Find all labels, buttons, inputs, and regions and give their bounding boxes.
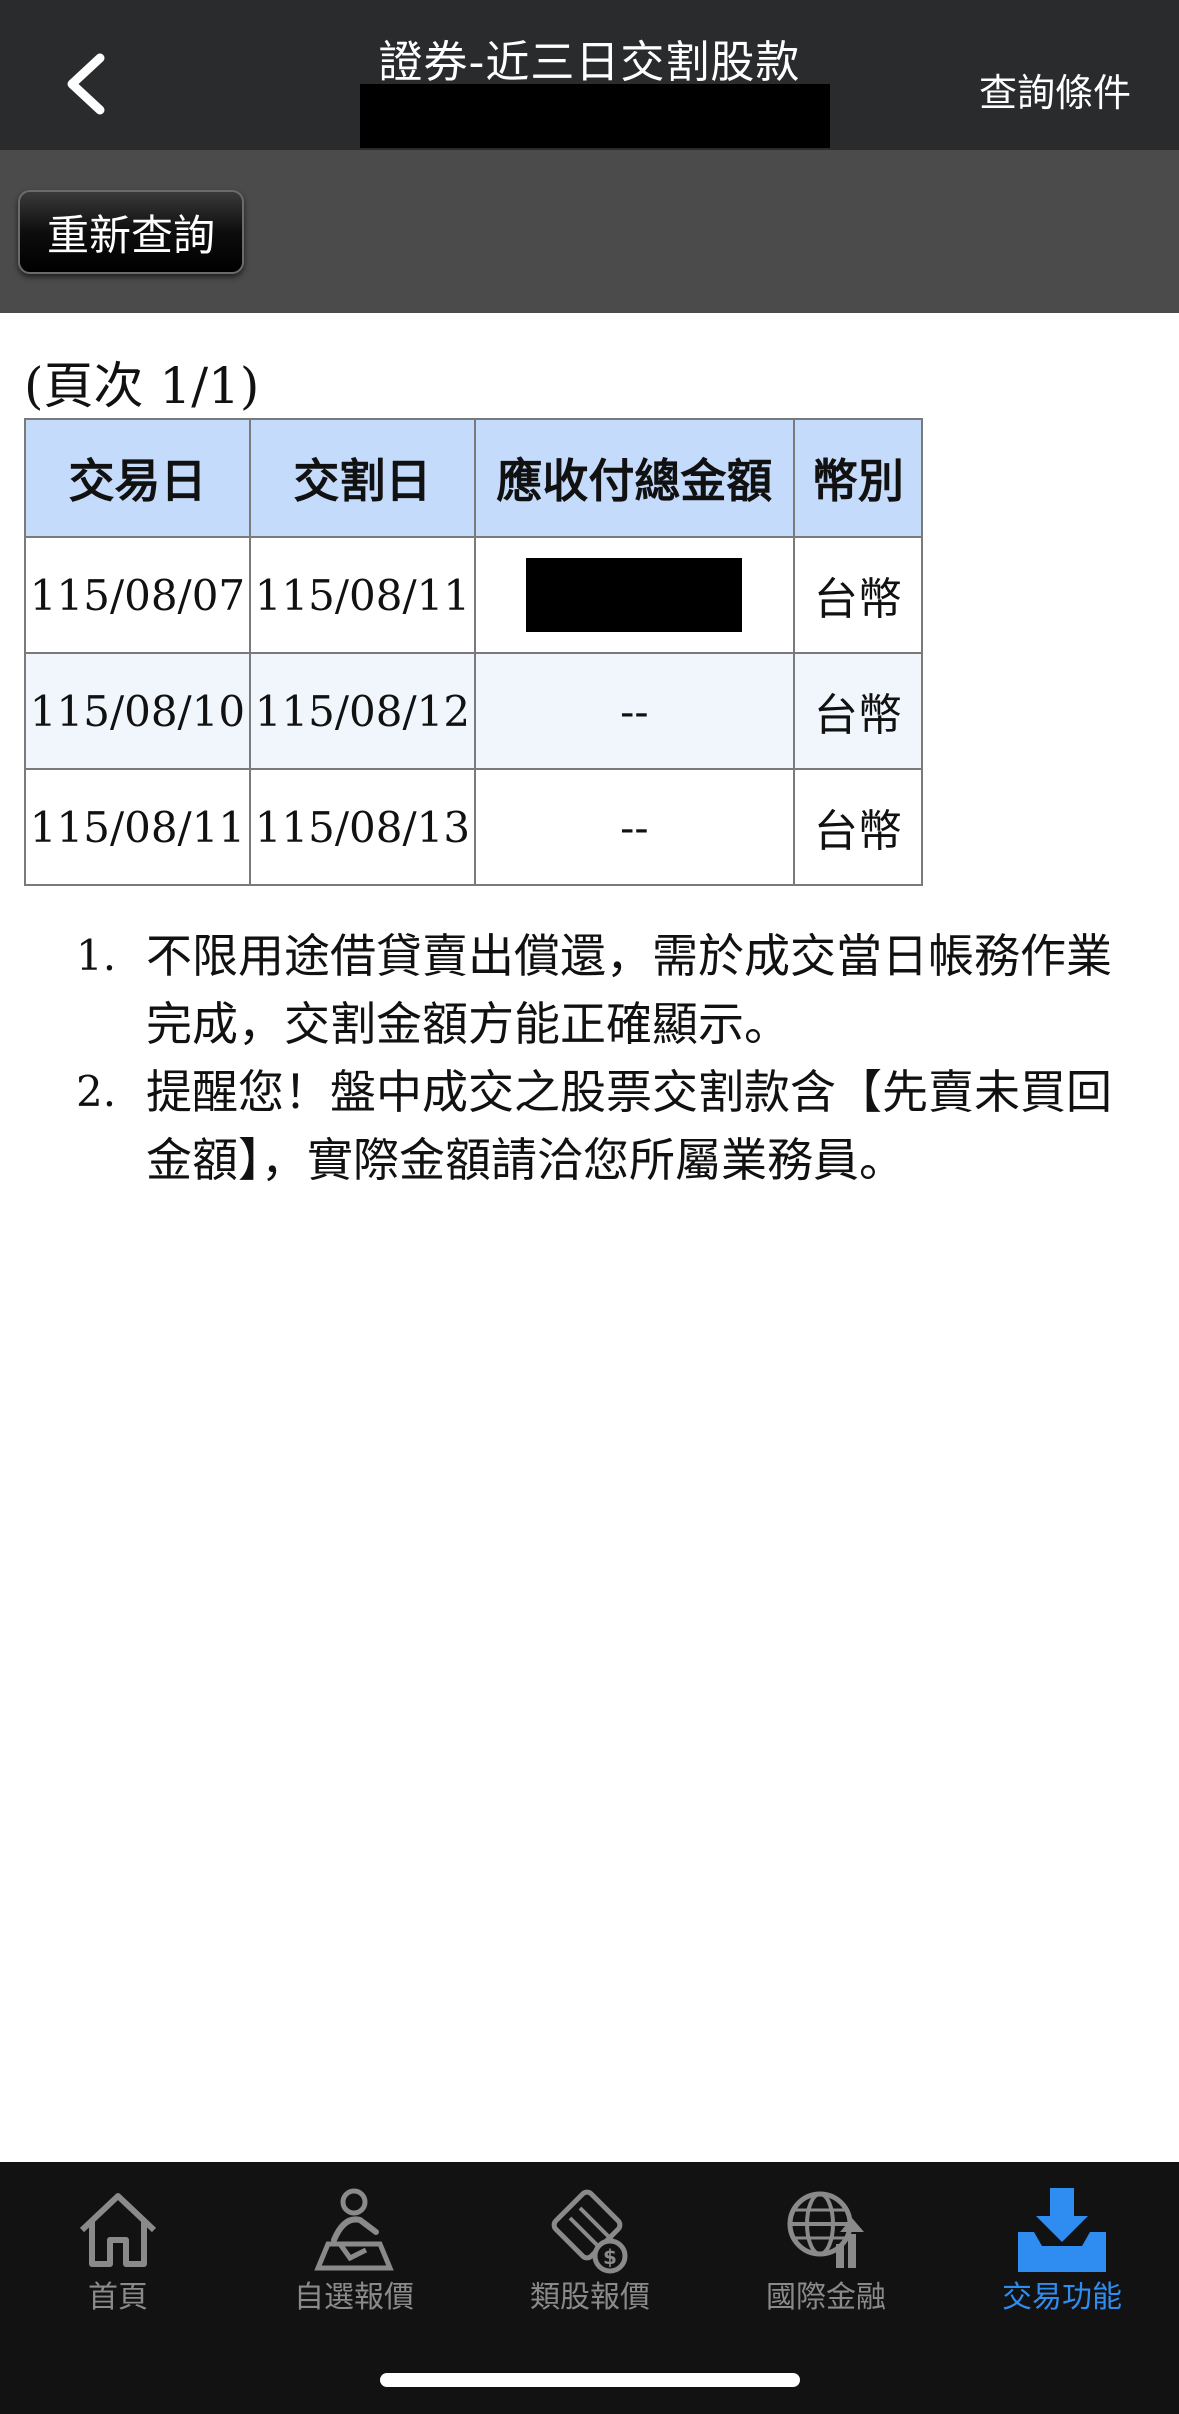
table-row: 115/08/10 115/08/12 -- 台幣 — [24, 652, 924, 770]
amount-cell: -- — [473, 768, 795, 886]
watchlist-person-icon — [314, 2188, 394, 2271]
settle-date-cell: 115/08/11 — [248, 536, 476, 654]
currency-cell: 台幣 — [792, 768, 924, 886]
film-dollar-icon: $ — [551, 2189, 628, 2274]
globe-chart-icon — [787, 2191, 864, 2268]
tab-international-finance-label: 國際金融 — [766, 2280, 886, 2315]
requery-button[interactable]: 重新查詢 — [18, 190, 244, 274]
home-icon — [79, 2193, 157, 2267]
trade-date-cell: 115/08/11 — [24, 768, 251, 886]
column-header-currency: 幣別 — [792, 418, 924, 538]
bottom-tab-bar: 首頁 自選報價 $ 類股報價 國際金融 交易功能 — [0, 2162, 1179, 2414]
note-item: 2. 提醒您！盤中成交之股票交割款含【先賣未買回金額】，實際金額請洽您所屬業務員… — [76, 1058, 1156, 1194]
page-indicator: (頁次 1/1) — [24, 357, 260, 415]
app-header: 證券-近三日交割股款 查詢條件 — [0, 0, 1179, 150]
column-header-amount: 應收付總金額 — [473, 418, 795, 538]
table-row: 115/08/11 115/08/13 -- 台幣 — [24, 768, 924, 886]
notes-list: 1. 不限用途借貸賣出償還，需於成交當日帳務作業完成，交割金額方能正確顯示。 2… — [76, 922, 1156, 1194]
redacted-amount — [526, 558, 743, 632]
settlement-table: 交易日 交割日 應收付總金額 幣別 115/08/07 115/08/11 台幣… — [24, 418, 924, 886]
table-row: 115/08/07 115/08/11 台幣 — [24, 536, 924, 654]
svg-text:$: $ — [603, 2245, 617, 2269]
note-text: 提醒您！盤中成交之股票交割款含【先賣未買回金額】，實際金額請洽您所屬業務員。 — [146, 1065, 1112, 1187]
tray-download-icon — [1018, 2188, 1106, 2272]
trade-date-cell: 115/08/07 — [24, 536, 251, 654]
redacted-subtitle — [360, 84, 830, 148]
settle-date-cell: 115/08/13 — [248, 768, 476, 886]
note-number: 2. — [76, 1067, 117, 1116]
home-indicator-bar[interactable] — [380, 2373, 800, 2387]
amount-cell — [473, 536, 795, 654]
column-header-settle-date: 交割日 — [248, 418, 476, 538]
amount-cell: -- — [473, 652, 795, 770]
note-text: 不限用途借貸賣出償還，需於成交當日帳務作業完成，交割金額方能正確顯示。 — [146, 929, 1112, 1051]
tab-trading[interactable]: 交易功能 — [944, 2162, 1179, 2362]
tab-sector-quotes[interactable]: $ 類股報價 — [472, 2162, 708, 2362]
column-header-trade-date: 交易日 — [24, 418, 251, 538]
tab-home-label: 首頁 — [88, 2280, 148, 2315]
tab-sector-quotes-label: 類股報價 — [530, 2280, 650, 2315]
tab-home[interactable]: 首頁 — [0, 2162, 236, 2362]
tab-watchlist-label: 自選報價 — [294, 2280, 414, 2315]
table-header-row: 交易日 交割日 應收付總金額 幣別 — [24, 418, 924, 538]
currency-cell: 台幣 — [792, 536, 924, 654]
note-item: 1. 不限用途借貸賣出償還，需於成交當日帳務作業完成，交割金額方能正確顯示。 — [76, 922, 1156, 1058]
tab-international-finance[interactable]: 國際金融 — [708, 2162, 944, 2362]
trade-date-cell: 115/08/10 — [24, 652, 251, 770]
query-conditions-button[interactable]: 查詢條件 — [979, 62, 1131, 117]
tab-trading-label: 交易功能 — [1002, 2280, 1122, 2315]
tab-watchlist[interactable]: 自選報價 — [236, 2162, 472, 2362]
settle-date-cell: 115/08/12 — [248, 652, 476, 770]
toolbar: 重新查詢 — [0, 150, 1179, 313]
currency-cell: 台幣 — [792, 652, 924, 770]
note-number: 1. — [76, 931, 117, 980]
